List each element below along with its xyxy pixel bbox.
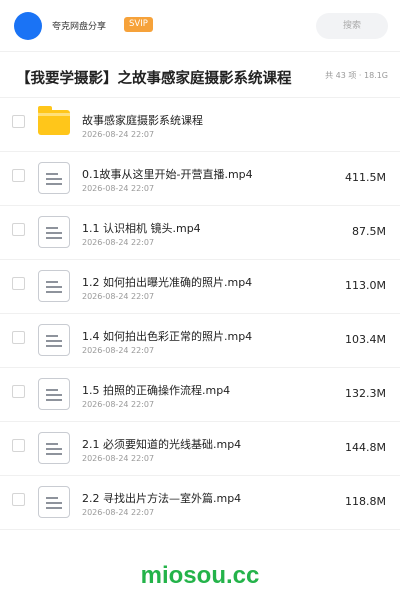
file-size: 87.5M — [352, 225, 386, 238]
file-date: 2026-08-24 22:07 — [82, 184, 155, 193]
list-item[interactable]: 1.5 拍照的正确操作流程.mp4 2026-08-24 22:07 132.3… — [0, 368, 400, 422]
file-name: 0.1故事从这里开始-开营直播.mp4 — [82, 168, 253, 181]
checkbox[interactable] — [12, 223, 25, 236]
svip-badge: SVIP — [124, 17, 153, 32]
file-name: 2.1 必须要知道的光线基础.mp4 — [82, 438, 242, 451]
file-list: 故事感家庭摄影系统课程 2026-08-24 22:07 0.1故事从这里开始-… — [0, 98, 400, 530]
list-item[interactable]: 2.1 必须要知道的光线基础.mp4 2026-08-24 22:07 144.… — [0, 422, 400, 476]
file-date: 2026-08-24 22:07 — [82, 400, 155, 409]
item-summary: 共 43 项 · 18.1G — [325, 71, 388, 80]
folder-header: 【我要学摄影】之故事感家庭摄影系统课程 共 43 项 · 18.1G — [0, 52, 400, 98]
file-date: 2026-08-24 22:07 — [82, 508, 155, 517]
document-icon — [38, 486, 70, 518]
file-name: 1.4 如何拍出色彩正常的照片.mp4 — [82, 330, 253, 343]
file-date: 2026-08-24 22:07 — [82, 346, 155, 355]
file-date: 2026-08-24 22:07 — [82, 454, 155, 463]
file-size: 132.3M — [345, 387, 386, 400]
file-date: 2026-08-24 22:07 — [82, 238, 155, 247]
list-item[interactable]: 故事感家庭摄影系统课程 2026-08-24 22:07 — [0, 98, 400, 152]
checkbox[interactable] — [12, 385, 25, 398]
document-icon — [38, 216, 70, 248]
list-item[interactable]: 1.1 认识相机 镜头.mp4 2026-08-24 22:07 87.5M — [0, 206, 400, 260]
search-input[interactable]: 搜索 — [316, 13, 388, 39]
avatar[interactable] — [14, 12, 42, 40]
document-icon — [38, 324, 70, 356]
file-size: 411.5M — [345, 171, 386, 184]
document-icon — [38, 162, 70, 194]
file-name: 2.2 寻找出片方法—室外篇.mp4 — [82, 492, 242, 505]
file-name: 1.5 拍照的正确操作流程.mp4 — [82, 384, 231, 397]
file-date: 2026-08-24 22:07 — [82, 130, 155, 139]
file-size: 144.8M — [345, 441, 386, 454]
top-bar: 夸克网盘分享 SVIP 搜索 — [0, 0, 400, 52]
file-date: 2026-08-24 22:07 — [82, 292, 155, 301]
checkbox[interactable] — [12, 493, 25, 506]
checkbox[interactable] — [12, 331, 25, 344]
file-size: 103.4M — [345, 333, 386, 346]
list-item[interactable]: 1.4 如何拍出色彩正常的照片.mp4 2026-08-24 22:07 103… — [0, 314, 400, 368]
file-name: 1.1 认识相机 镜头.mp4 — [82, 222, 201, 235]
username: 夸克网盘分享 — [52, 22, 107, 32]
list-item[interactable]: 1.2 如何拍出曝光准确的照片.mp4 2026-08-24 22:07 113… — [0, 260, 400, 314]
file-size: 113.0M — [345, 279, 386, 292]
document-icon — [38, 432, 70, 464]
file-name: 故事感家庭摄影系统课程 — [82, 114, 203, 127]
list-item[interactable]: 2.2 寻找出片方法—室外篇.mp4 2026-08-24 22:07 118.… — [0, 476, 400, 530]
checkbox[interactable] — [12, 277, 25, 290]
document-icon — [38, 270, 70, 302]
checkbox[interactable] — [12, 169, 25, 182]
checkbox[interactable] — [12, 439, 25, 452]
page-title: 【我要学摄影】之故事感家庭摄影系统课程 — [16, 71, 292, 87]
watermark: miosou.cc — [140, 562, 260, 589]
document-icon — [38, 378, 70, 410]
folder-icon — [38, 106, 70, 135]
file-name: 1.2 如何拍出曝光准确的照片.mp4 — [82, 276, 253, 289]
file-size: 118.8M — [345, 495, 386, 508]
list-item[interactable]: 0.1故事从这里开始-开营直播.mp4 2026-08-24 22:07 411… — [0, 152, 400, 206]
checkbox[interactable] — [12, 115, 25, 128]
